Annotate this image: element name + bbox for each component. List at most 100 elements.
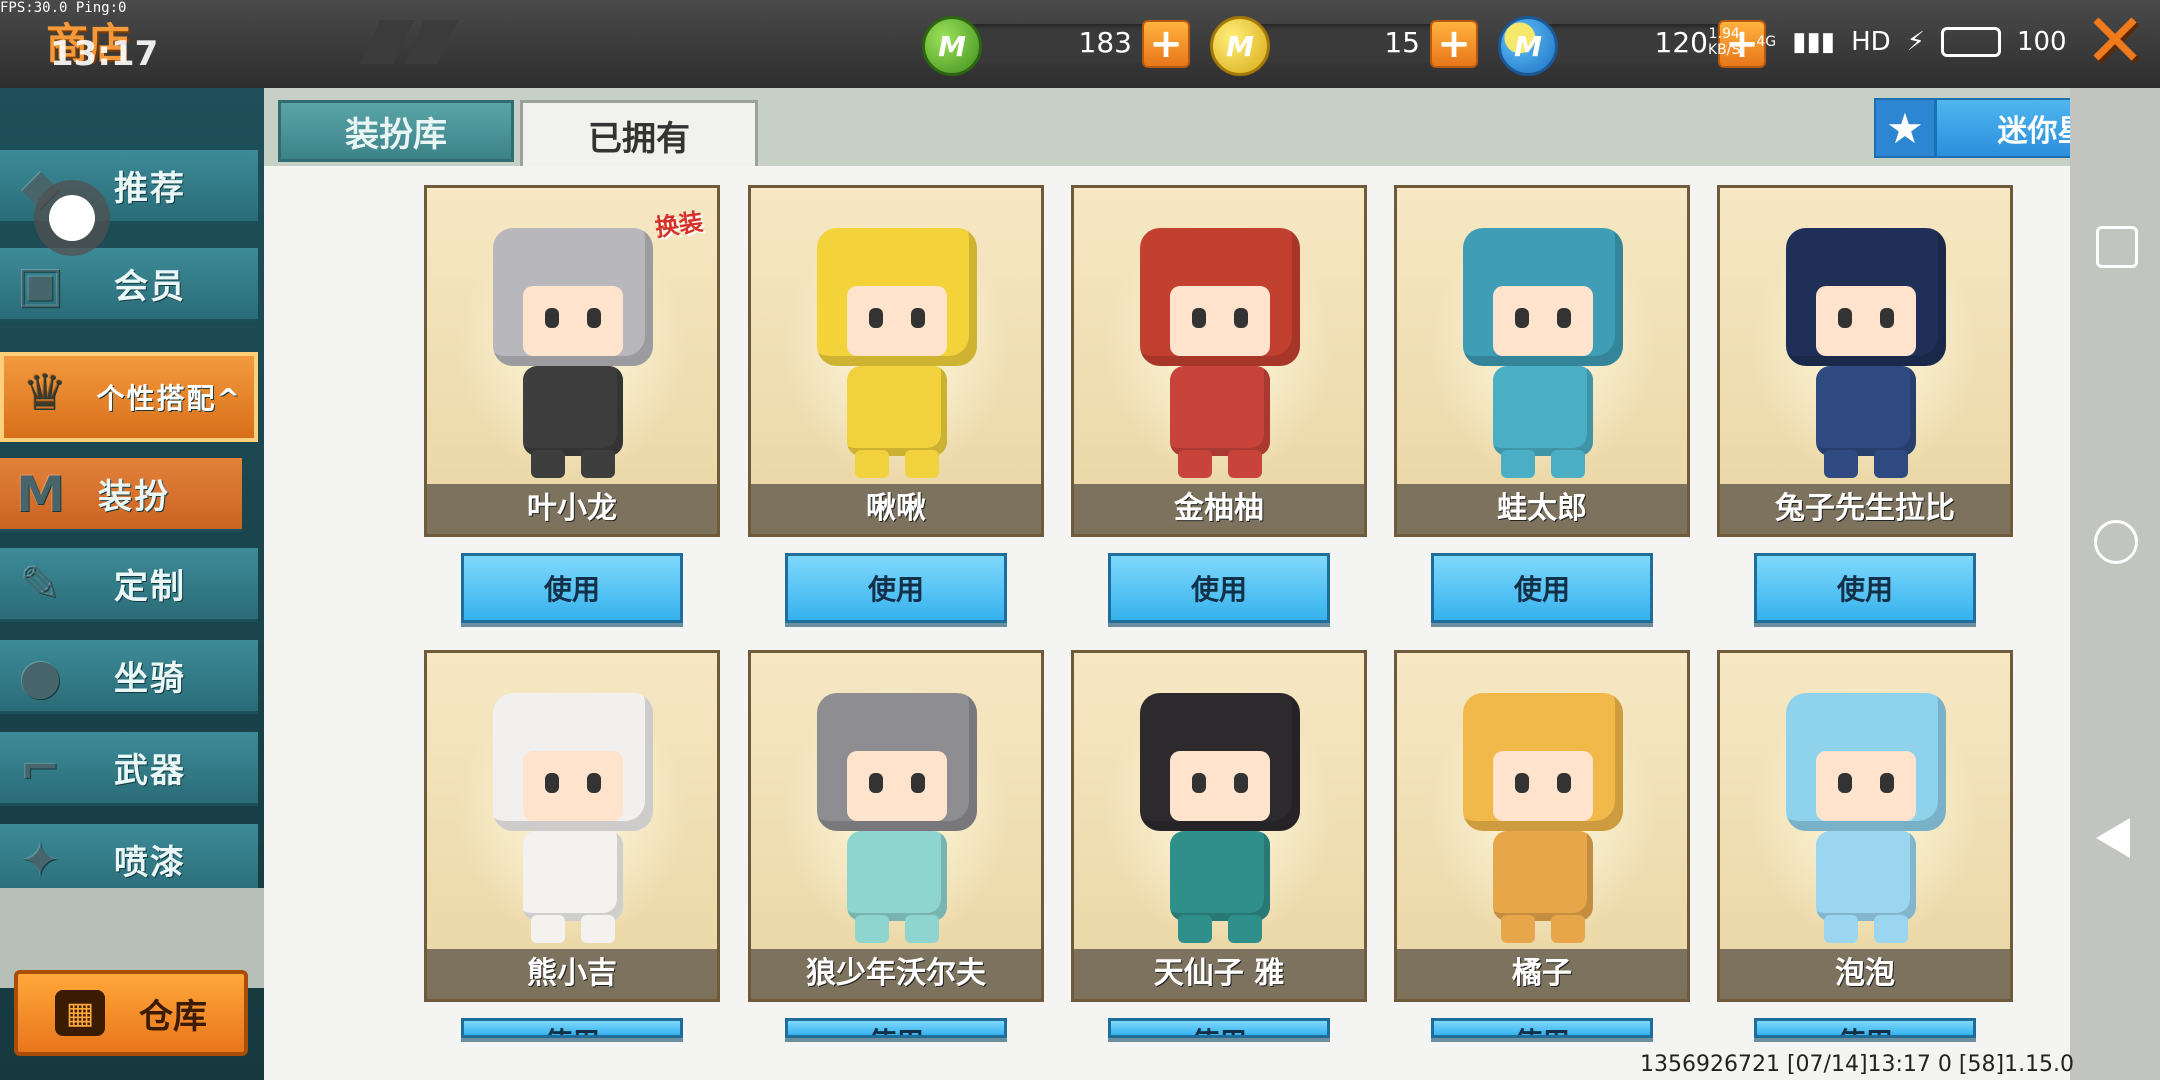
avatar-leg (1874, 915, 1908, 943)
avatar-leg (1824, 915, 1858, 943)
skin-name: 橘子 (1397, 949, 1687, 999)
network-label: 4G (1756, 34, 1777, 50)
use-button[interactable]: 使用 (461, 1018, 683, 1038)
sidebar-group-style[interactable]: ♛ 个性搭配^ (0, 352, 258, 442)
chest-icon: ▦ (55, 990, 105, 1036)
tab-owned[interactable]: 已拥有 (520, 100, 758, 168)
use-button[interactable]: 使用 (785, 1018, 1007, 1038)
sidebar-item-spray[interactable]: ✦ 喷漆 (0, 824, 258, 898)
avatar-leg (1824, 450, 1858, 478)
avatar-eye (911, 308, 925, 328)
skin-avatar (809, 228, 985, 478)
skin-card[interactable]: 金柚柚 (1071, 185, 1367, 537)
sidebar-item-weapon[interactable]: ⌐ 武器 (0, 732, 258, 806)
use-button[interactable]: 使用 (1754, 1018, 1976, 1038)
sidebar: ◆ 推荐 ▣ 会员 ♛ 个性搭配^ M 装扮 ✎ 定制 ● 坐骑 ⌐ 武器 ✦ … (0, 88, 264, 1080)
avatar-body (523, 366, 623, 456)
avatar-eye (1838, 308, 1852, 328)
skin-name: 啾啾 (751, 484, 1041, 534)
sidebar-item-costume[interactable]: M 装扮 (0, 458, 242, 532)
skin-avatar (1455, 228, 1631, 478)
skin-card[interactable]: 蛙太郎 (1394, 185, 1690, 537)
skin-avatar (485, 693, 661, 943)
back-icon[interactable] (2096, 818, 2130, 858)
skin-card[interactable]: 狼少年沃尔夫 (748, 650, 1044, 1002)
avatar-eye (545, 308, 559, 328)
home-icon[interactable] (2094, 520, 2138, 564)
battery-level: 100 (2016, 27, 2067, 57)
avatar-eye (869, 773, 883, 793)
avatar-eye (1192, 308, 1206, 328)
avatar-leg (531, 450, 565, 478)
avatar-body (1493, 831, 1593, 921)
avatar-body (1493, 366, 1593, 456)
sidebar-item-member[interactable]: ▣ 会员 (0, 248, 258, 322)
use-button[interactable]: 使用 (1431, 553, 1653, 623)
skin-card[interactable]: 熊小吉 (424, 650, 720, 1002)
use-button[interactable]: 使用 (1754, 553, 1976, 623)
skin-card[interactable]: 啾啾 (748, 185, 1044, 537)
avatar-eye (587, 308, 601, 328)
avatar-eye (1880, 308, 1894, 328)
avatar-eye (1234, 773, 1248, 793)
spray-icon: ✦ (19, 831, 63, 889)
avatar-body (523, 831, 623, 921)
tab-costume-library[interactable]: 装扮库 (278, 100, 514, 162)
gun-icon: ⌐ (19, 739, 63, 797)
trophy-icon: ♛ (21, 363, 69, 421)
sidebar-item-label: 个性搭配^ (96, 382, 242, 415)
avatar-leg (855, 450, 889, 478)
green-coin-icon: M (922, 16, 982, 76)
tabs-bar: 装扮库 已拥有 ★ 迷你星工场 (264, 88, 2160, 168)
skin-avatar (1778, 693, 1954, 943)
add-green-coin-button[interactable]: + (1142, 20, 1190, 68)
skin-card[interactable]: 泡泡 (1717, 650, 2013, 1002)
gold-coin-icon: M (1210, 16, 1270, 76)
top-bar: FPS:30.0 Ping:0 商店 13:17 M 183 + M 15 + … (0, 0, 2160, 88)
avatar-leg (1228, 915, 1262, 943)
use-button[interactable]: 使用 (461, 553, 683, 623)
sidebar-item-label: 装扮 (98, 477, 170, 517)
skin-card[interactable]: 叶小龙 换装 (424, 185, 720, 537)
avatar-eye (1515, 308, 1529, 328)
add-gold-coin-button[interactable]: + (1430, 20, 1478, 68)
avatar-leg (1178, 450, 1212, 478)
avatar-face (1170, 751, 1270, 821)
sidebar-item-label: 定制 (114, 567, 186, 607)
avatar-leg (855, 915, 889, 943)
blue-coin-icon: M (1498, 16, 1558, 76)
shirt-icon: M (15, 465, 67, 523)
avatar-face (523, 286, 623, 356)
use-button[interactable]: 使用 (785, 553, 1007, 623)
floating-assist-button[interactable] (34, 180, 110, 256)
avatar-face (847, 286, 947, 356)
avatar-eye (1880, 773, 1894, 793)
use-button[interactable]: 使用 (1431, 1018, 1653, 1038)
sidebar-item-mount[interactable]: ● 坐骑 (0, 640, 258, 714)
use-button[interactable]: 使用 (1108, 1018, 1330, 1038)
recent-apps-icon[interactable] (2096, 226, 2138, 268)
signal-icon: ▮▮▮ (1792, 27, 1836, 57)
use-button[interactable]: 使用 (1108, 553, 1330, 623)
avatar-eye (869, 308, 883, 328)
skin-card[interactable]: 橘子 (1394, 650, 1690, 1002)
skin-card[interactable]: 兔子先生拉比 (1717, 185, 2013, 537)
avatar-eye (1515, 773, 1529, 793)
avatar-eye (1192, 773, 1206, 793)
skin-card[interactable]: 天仙子 雅 (1071, 650, 1367, 1002)
sidebar-item-customize[interactable]: ✎ 定制 (0, 548, 258, 622)
skin-name: 熊小吉 (427, 949, 717, 999)
avatar-body (1816, 366, 1916, 456)
avatar-face (1493, 286, 1593, 356)
avatar-leg (1874, 450, 1908, 478)
sidebar-item-label: 坐骑 (114, 659, 186, 699)
avatar-eye (587, 773, 601, 793)
avatar-leg (1551, 915, 1585, 943)
skin-name: 泡泡 (1720, 949, 2010, 999)
avatar-eye (1838, 773, 1852, 793)
skin-avatar (1455, 693, 1631, 943)
warehouse-button[interactable]: ▦ 仓库 (14, 970, 248, 1056)
avatar-eye (1234, 308, 1248, 328)
close-icon[interactable]: ✕ (2080, 4, 2150, 78)
avatar-leg (1501, 915, 1535, 943)
